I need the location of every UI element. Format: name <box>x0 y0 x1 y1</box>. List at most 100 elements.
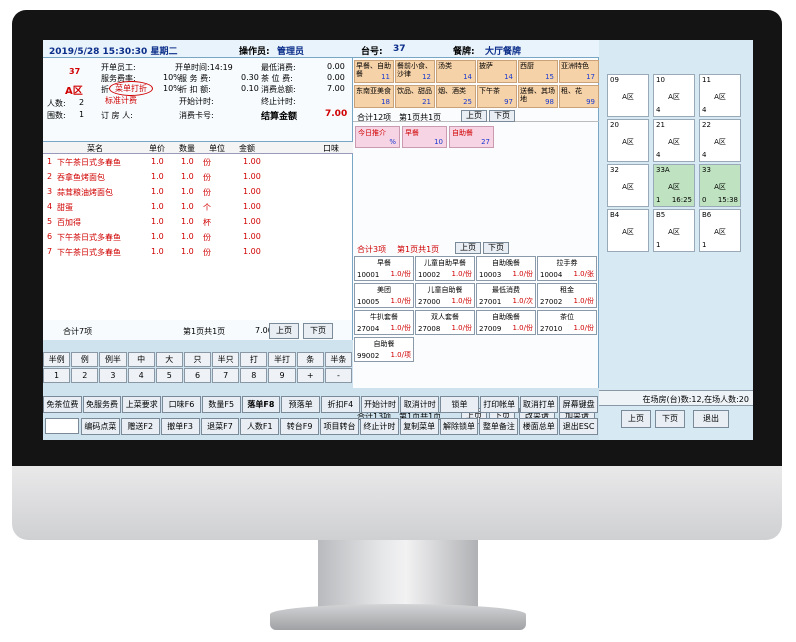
package-next-button[interactable]: 下页 <box>483 242 509 254</box>
keypad-key[interactable]: 7 <box>212 368 240 383</box>
dish-tile[interactable]: 儿童自助餐 27000 1.0/份 <box>415 283 475 308</box>
function-button[interactable]: 屏幕键盘 <box>559 396 598 413</box>
table-tile[interactable]: 20 A区 <box>607 119 649 162</box>
package-prev-button[interactable]: 上页 <box>455 242 481 254</box>
function-button[interactable]: 编码点菜 <box>81 418 120 435</box>
category-tile[interactable]: 披萨 14 <box>477 60 517 83</box>
category-tile[interactable]: 下午茶 97 <box>477 85 517 108</box>
dish-tile[interactable]: 租金 27002 1.0/份 <box>537 283 597 308</box>
function-button[interactable]: 退出ESC <box>559 418 598 435</box>
function-button[interactable]: 落单F8 <box>241 396 281 413</box>
keypad-key[interactable]: - <box>324 368 352 383</box>
keypad-key[interactable]: 中 <box>127 352 155 367</box>
function-button[interactable]: 赠送F2 <box>120 418 160 435</box>
order-row[interactable]: 2 吞拿鱼烤面包 1.0 1.0 份 1.00 <box>43 171 353 185</box>
function-button[interactable]: 终止计时 <box>359 418 399 435</box>
category-tile[interactable]: 租、花 99 <box>559 85 599 108</box>
table-tile[interactable]: 10 A区 4 <box>653 74 695 117</box>
table-tile[interactable]: B5 A区 1 <box>653 209 695 252</box>
category-tile[interactable]: 亚洲特色 17 <box>559 60 599 83</box>
keypad-key[interactable]: 例半 <box>99 352 127 367</box>
keypad-key[interactable]: + <box>296 368 324 383</box>
dish-tile[interactable]: 美团 10005 1.0/份 <box>354 283 414 308</box>
menu-discount-circle[interactable]: 菜单打折 <box>109 81 153 96</box>
dish-tile[interactable]: 最低消费 27001 1.0/次 <box>476 283 536 308</box>
function-button[interactable]: 打印帐单 <box>479 396 519 413</box>
keypad-key[interactable]: 6 <box>183 368 212 383</box>
category-tile[interactable]: 西厨 15 <box>518 60 558 83</box>
function-button[interactable]: 转台F9 <box>280 418 320 435</box>
keypad-key[interactable]: 大 <box>155 352 183 367</box>
keypad-key[interactable]: 4 <box>127 368 155 383</box>
dish-tile[interactable]: 自助晚餐 10003 1.0/份 <box>476 256 536 281</box>
keypad-key[interactable]: 打 <box>240 352 268 367</box>
category-tile[interactable]: 东南亚美食 18 <box>354 85 394 108</box>
dish-tile[interactable]: 儿童自助早餐 10002 1.0/份 <box>415 256 475 281</box>
order-row[interactable]: 4 甜蛋 1.0 1.0 个 1.00 <box>43 201 353 215</box>
function-button[interactable]: 取消打单 <box>519 396 559 413</box>
category-tile[interactable]: 送餐、其场地 98 <box>518 85 558 108</box>
dish-tile[interactable]: 牛扒套餐 27004 1.0/份 <box>354 310 414 335</box>
category-tile[interactable]: 汤类 14 <box>436 60 476 83</box>
package-tile[interactable]: 今日推介% <box>355 126 400 148</box>
category-tile[interactable]: 早餐、自助餐 11 <box>354 60 394 83</box>
dish-tile[interactable]: 自助餐 99002 1.0/项 <box>354 337 414 362</box>
table-tile[interactable]: B6 A区 1 <box>699 209 741 252</box>
function-button[interactable]: 解除锁单 <box>439 418 479 435</box>
category-tile[interactable]: 烟、酒类 25 <box>436 85 476 108</box>
order-row[interactable]: 5 百加得 1.0 1.0 杯 1.00 <box>43 216 353 230</box>
table-tile[interactable]: 33 A区 0 15:38 <box>699 164 741 207</box>
exit-button[interactable]: 退出 <box>693 410 729 428</box>
function-button[interactable]: 取消计时 <box>400 396 440 413</box>
dish-tile[interactable]: 早餐 10001 1.0/份 <box>354 256 414 281</box>
table-tile[interactable]: 11 A区 4 <box>699 74 741 117</box>
table-tile[interactable]: 22 A区 4 <box>699 119 741 162</box>
table-tile[interactable]: 32 A区 <box>607 164 649 207</box>
function-button[interactable]: 免茶位费 <box>43 396 82 413</box>
dish-tile[interactable]: 自助晚餐 27009 1.0/份 <box>476 310 536 335</box>
order-row[interactable]: 1 下午茶日式多春鱼 1.0 1.0 份 1.00 <box>43 156 353 170</box>
keypad-key[interactable]: 例 <box>71 352 99 367</box>
table-tile[interactable]: 33A A区 1 16:25 <box>653 164 695 207</box>
function-button[interactable]: 免服务费 <box>82 396 122 413</box>
keypad-key[interactable]: 半打 <box>268 352 296 367</box>
order-row[interactable]: 7 下午茶日式多春鱼 1.0 1.0 份 1.00 <box>43 246 353 260</box>
keypad-key[interactable]: 3 <box>99 368 127 383</box>
order-row[interactable]: 6 下午茶日式多春鱼 1.0 1.0 份 1.00 <box>43 231 353 245</box>
function-button[interactable]: 口味F6 <box>162 396 201 413</box>
dish-tile[interactable]: 拉手券 10004 1.0/张 <box>537 256 597 281</box>
keypad-key[interactable]: 9 <box>268 368 296 383</box>
function-button[interactable]: 撤单F3 <box>160 418 200 435</box>
keypad-key[interactable]: 半例 <box>43 352 71 367</box>
function-button[interactable]: 预落单 <box>281 396 320 413</box>
keypad-key[interactable]: 8 <box>240 368 268 383</box>
table-prev-button[interactable]: 上页 <box>621 410 651 428</box>
function-button[interactable]: 复制菜单 <box>399 418 439 435</box>
keypad-key[interactable]: 半只 <box>212 352 240 367</box>
category-prev-button[interactable]: 上页 <box>461 110 487 122</box>
function-button[interactable]: 整单备注 <box>479 418 519 435</box>
package-tile[interactable]: 早餐 10 <box>402 126 447 148</box>
keypad-key[interactable]: 半条 <box>324 352 352 367</box>
code-input[interactable] <box>45 418 79 434</box>
keypad-key[interactable]: 5 <box>155 368 183 383</box>
table-tile[interactable]: 21 A区 4 <box>653 119 695 162</box>
order-row[interactable]: 3 蒜茸粮油烤面包 1.0 1.0 份 1.00 <box>43 186 353 200</box>
table-next-button[interactable]: 下页 <box>655 410 685 428</box>
function-button[interactable]: 项目转台 <box>320 418 359 435</box>
function-button[interactable]: 锁单 <box>440 396 479 413</box>
function-button[interactable]: 数量F5 <box>201 396 241 413</box>
category-tile[interactable]: 饮品、甜品 21 <box>395 85 435 108</box>
order-next-button[interactable]: 下页 <box>303 323 333 339</box>
function-button[interactable]: 折扣F4 <box>321 396 360 413</box>
keypad-key[interactable]: 2 <box>71 368 99 383</box>
function-button[interactable]: 开始计时 <box>360 396 400 413</box>
table-tile[interactable]: B4 A区 <box>607 209 649 252</box>
keypad-key[interactable]: 条 <box>296 352 324 367</box>
function-button[interactable]: 上菜要求 <box>122 396 162 413</box>
function-button[interactable]: 人数F1 <box>240 418 280 435</box>
package-tile[interactable]: 自助餐 27 <box>449 126 494 148</box>
function-button[interactable]: 楼面总单 <box>519 418 559 435</box>
keypad-key[interactable]: 1 <box>43 368 71 383</box>
dish-tile[interactable]: 茶位 27010 1.0/份 <box>537 310 597 335</box>
